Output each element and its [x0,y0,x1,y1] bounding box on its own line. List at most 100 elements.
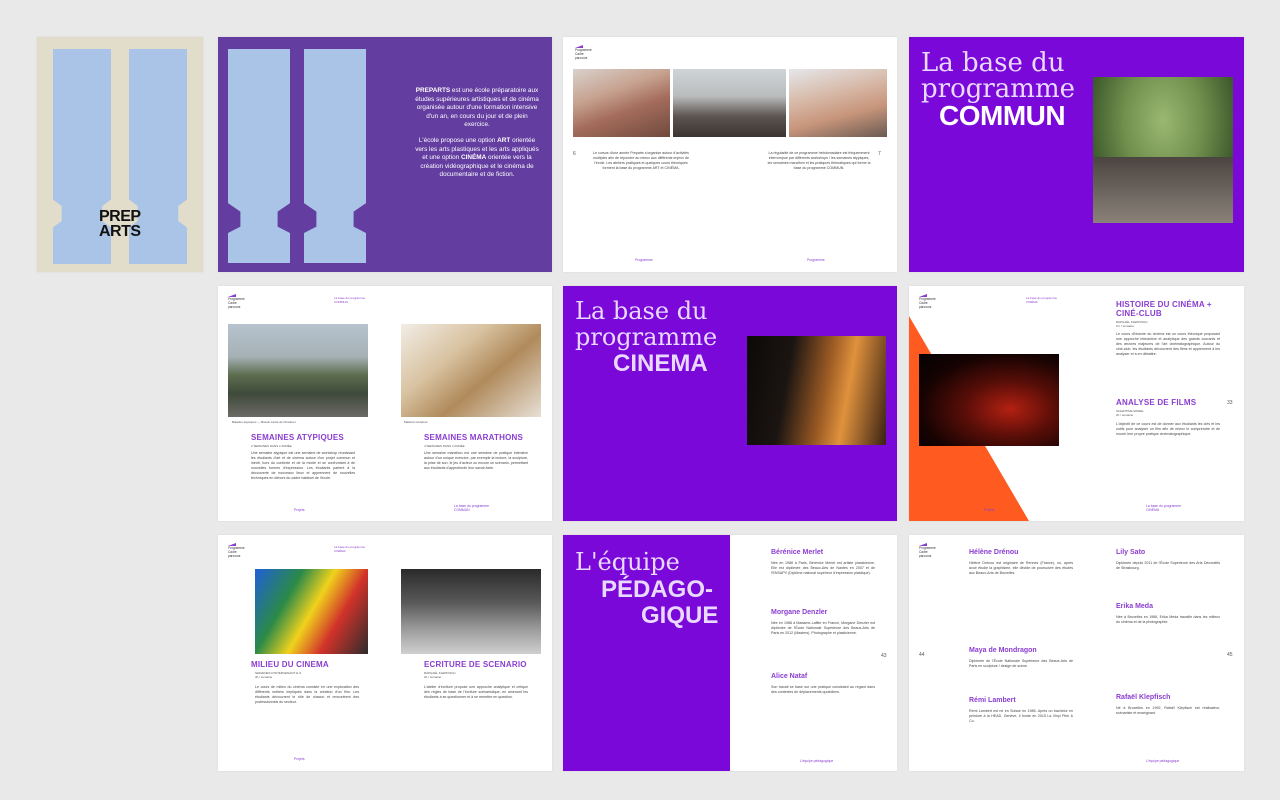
equipe-footer: L'équipe pédagogique [800,759,834,763]
caption-sculpture: Matériel sculpture [404,420,428,424]
logo-line-1: PREP [99,208,141,225]
histoire-logo: Programme Cadre parcours [919,294,936,309]
teacher-name-erika: Erika Meda [1116,603,1153,610]
milieu-spread[interactable]: Programme Cadre parcours La base du prog… [218,535,552,771]
text-milieu-cinema: Le cours de milieu du cinéma consiste en… [255,685,359,704]
photo-group-park [1093,77,1233,223]
photo-ground [1093,157,1233,223]
sub-milieu-cinema: SEMAINES D'INTERVENANT·E·S 3h / semaine [255,671,302,679]
title-analyse-films: ANALYSE DE FILMS [1116,398,1197,407]
photo-sculpture-workshop [401,324,541,417]
semaines-footer-right: La base du programme COMMUN [454,504,490,512]
milieu-header: La base du programme CINÉMA [334,545,366,553]
programme-spread[interactable]: Programme Cadre parcours 6 Le cursus d'u… [563,37,897,272]
page-number-45: 45 [1227,652,1233,658]
cinema-title-line2: programme [575,323,718,351]
bio-remi: Rémi Lambert est né en Suisse en 1985. A… [969,709,1073,723]
histoire-header: La base du programme CINÉMA [1026,296,1058,304]
cinema-title-line3: CINEMA [613,350,708,377]
photo-river-walk [228,324,368,417]
page-number-33: 33 [1227,400,1233,406]
intro-paragraph-1: PREPARTS est une école préparatoire aux … [414,87,540,130]
commun-title-line3: COMMUN [939,100,1066,131]
teacher-name-morgane: Morgane Denzler [771,609,828,616]
equipe2-logo: Programme Cadre parcours [919,543,936,558]
teacher-name-remi: Rémi Lambert [969,697,1016,704]
photo-group-street [673,69,786,137]
sub-semaines-atypiques: 2 SEMAINES DANS L'ANNÉE [251,444,292,448]
intro-window-right [304,49,366,263]
teacher-name-helene: Hélène Drénou [969,549,1019,556]
equipe-spread[interactable]: L'équipe PÉDAGO- GIQUE Bérénice Merlet N… [563,535,897,771]
equipe-title-line1: L'équipe [575,548,680,576]
teacher-name-rafael: Rafaël Klepfisch [1116,694,1171,701]
milieu-logo: Programme Cadre parcours [228,543,245,558]
histoire-spread[interactable]: Programme Cadre parcours La base du prog… [909,286,1244,521]
photo-shadow-scene [747,336,886,445]
teacher-name-berenice: Bérénice Merlet [771,549,824,556]
title-ecriture-scenario: ECRITURE DE SCENARIO [424,660,527,669]
intro-text: PREPARTS est une école préparatoire aux … [414,87,540,180]
milieu-footer: Projets [294,757,305,761]
bio-erika: Née à Bruxelles en 1986, Erika Meda trav… [1116,615,1220,624]
equipe2-spread[interactable]: Programme Cadre parcours Hélène Drénou H… [909,535,1244,771]
teacher-histoire: RAPHAËL KLEPFISCH 3 h / semaine [1116,320,1148,328]
brand-name: PREPARTS [415,87,451,94]
commun-title-page[interactable]: La base du programme COMMUN [909,37,1244,272]
page-number-43: 43 [881,653,887,659]
intro-paragraph-2: L'école propose une option ART orientée … [414,137,540,180]
photo-dark-theatre [919,354,1059,446]
page-number-left: 6 [573,151,576,157]
intro-para2-a: L'école propose une option [418,136,498,144]
option-cinema: CINÉMA [461,154,487,162]
semaines-spread[interactable]: Programme Cadre parcours La base du prog… [218,286,552,521]
intro-spread[interactable]: PREPARTS est une école préparatoire aux … [218,37,552,272]
cinema-title-line1: La base du [575,297,708,325]
text-analyse: L'objectif de ce cours est de donner aux… [1116,422,1220,436]
caption-river: Balades atypiques — Bassin-Hutte de Char… [232,420,296,424]
bio-rafael: Né à Bruxelles en 1992, Rafaël Klepfisch… [1116,706,1220,715]
cover-logo: PREP ARTS [99,208,141,240]
text-histoire: Le cours d'histoire du cinéma est un cou… [1116,332,1220,356]
equipe2-footer: L'équipe pédagogique [1146,759,1180,763]
programme-text-right: La régularité de ce programme hebdomadai… [767,151,871,170]
title-milieu-cinema: MILIEU DU CINEMA [251,660,329,669]
commun-title-line1: La base du [921,48,1065,78]
equipe-title-line3: GIQUE [641,602,719,629]
sub-semaines-marathons: 4 SEMAINES DANS L'ANNÉE [424,444,465,448]
teacher-analyse: VALENTINE MOREL 2h / semaine [1116,409,1144,417]
teacher-name-alice: Alice Nataf [771,673,808,680]
programme-text-left: Le cursus d'une année Preparts s'organis… [592,151,690,170]
footer-left: Programme [635,258,653,262]
title-histoire-cinema: HISTOIRE DU CINÉMA + CINÉ-CLUB [1116,300,1212,318]
bio-helene: Hélène Drénou est originaire de Rennes (… [969,561,1073,575]
bio-berenice: Née en 1988 à Paris, Bérénice Merlet est… [771,561,875,575]
title-semaines-marathons: SEMAINES MARATHONS [424,433,524,442]
teacher-name-lily: Lily Sato [1116,549,1146,556]
title-semaines-atypiques: SEMAINES ATYPIQUES [251,433,344,442]
photo-colorful-set [255,569,368,654]
equipe-title-line2: PÉDAGO- [601,576,714,603]
semaines-logo: Programme Cadre parcours [228,294,245,309]
text-ecriture-scenario: L'atelier d'écriture propose une approch… [424,685,528,699]
bio-lily: Diplômée depuis 2011 de l'École Supérieu… [1116,561,1220,570]
photo-brick-building [789,69,887,137]
cinema-title-spread[interactable]: La base du programme CINEMA [563,286,897,521]
photo-building-facade [573,69,670,137]
bio-alice: Son travail se base sur une pratique con… [771,685,875,694]
histoire-footer-right: La base du programme CINÉMA [1146,504,1182,512]
semaines-footer-left: Projets [294,508,305,512]
photo-students-reading [401,569,541,654]
page-number-44: 44 [919,652,925,658]
text-semaines-marathons: Une semaine marathon est une semaine de … [424,451,528,470]
sub-ecriture-scenario: RAPHAËL KLEPFISCH 2h / semaine [424,671,456,679]
footer-right: Programme [807,258,825,262]
teacher-name-maya: Maya de Mondragon [969,647,1037,654]
text-semaines-atypiques: Une semaine atypique est une semaine de … [251,451,355,480]
histoire-footer: Projets [984,508,995,512]
cover-page[interactable]: PREP ARTS [37,37,203,272]
programme-logo: Programme Cadre parcours [575,45,592,60]
semaines-header: La base du programme COMMUN [334,296,366,304]
commun-title-line2: programme [921,74,1075,104]
bio-maya: Diplômée de l'École Nationale Supérieure… [969,659,1073,668]
